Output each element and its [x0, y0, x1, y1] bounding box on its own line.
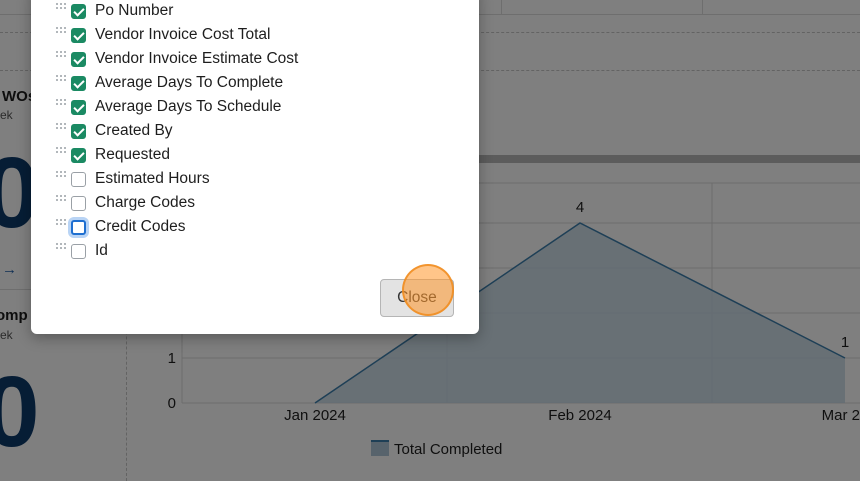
- column-checkbox[interactable]: [71, 52, 86, 67]
- column-checkbox[interactable]: [71, 148, 86, 163]
- column-option-label: Charge Codes: [95, 194, 195, 211]
- column-checkbox[interactable]: [71, 196, 86, 211]
- column-option-label: Po Number: [95, 2, 174, 19]
- column-option-label: Average Days To Schedule: [95, 98, 282, 115]
- column-option[interactable]: Vendor Invoice Estimate Cost: [56, 48, 456, 72]
- column-option-label: Vendor Invoice Cost Total: [95, 26, 271, 43]
- column-option[interactable]: Charge Codes: [56, 192, 456, 216]
- column-checkbox[interactable]: [71, 172, 86, 187]
- drag-handle-icon[interactable]: [56, 219, 68, 229]
- column-option-label: Credit Codes: [95, 218, 186, 235]
- drag-handle-icon[interactable]: [56, 147, 68, 157]
- column-list: Po Number Vendor Invoice Cost Total Vendor…: [56, 0, 456, 264]
- column-option[interactable]: Requested: [56, 144, 456, 168]
- drag-handle-icon[interactable]: [56, 243, 68, 253]
- column-option[interactable]: Estimated Hours: [56, 168, 456, 192]
- drag-handle-icon[interactable]: [56, 27, 68, 37]
- column-checkbox[interactable]: [71, 244, 86, 259]
- column-option[interactable]: Id: [56, 240, 456, 264]
- column-checkbox[interactable]: [71, 76, 86, 91]
- column-option[interactable]: Average Days To Complete: [56, 72, 456, 96]
- column-option-label: Estimated Hours: [95, 170, 210, 187]
- drag-handle-icon[interactable]: [56, 3, 68, 13]
- drag-handle-icon[interactable]: [56, 123, 68, 133]
- column-option-label: Average Days To Complete: [95, 74, 284, 91]
- column-option[interactable]: Created By: [56, 120, 456, 144]
- column-option-label: Vendor Invoice Estimate Cost: [95, 50, 299, 67]
- drag-handle-icon[interactable]: [56, 75, 68, 85]
- column-option[interactable]: Average Days To Schedule: [56, 96, 456, 120]
- drag-handle-icon[interactable]: [56, 51, 68, 61]
- column-option-label: Id: [95, 242, 108, 259]
- column-checkbox[interactable]: [71, 124, 86, 139]
- column-checkbox[interactable]: [71, 220, 86, 235]
- column-option[interactable]: Vendor Invoice Cost Total: [56, 24, 456, 48]
- drag-handle-icon[interactable]: [56, 99, 68, 109]
- drag-handle-icon[interactable]: [56, 195, 68, 205]
- column-option-label: Created By: [95, 122, 173, 139]
- column-checkbox[interactable]: [71, 4, 86, 19]
- click-indicator: [402, 264, 454, 316]
- column-option-label: Requested: [95, 146, 170, 163]
- column-option[interactable]: Credit Codes: [56, 216, 456, 240]
- column-option[interactable]: Po Number: [56, 0, 456, 24]
- drag-handle-icon[interactable]: [56, 171, 68, 181]
- column-checkbox[interactable]: [71, 28, 86, 43]
- column-checkbox[interactable]: [71, 100, 86, 115]
